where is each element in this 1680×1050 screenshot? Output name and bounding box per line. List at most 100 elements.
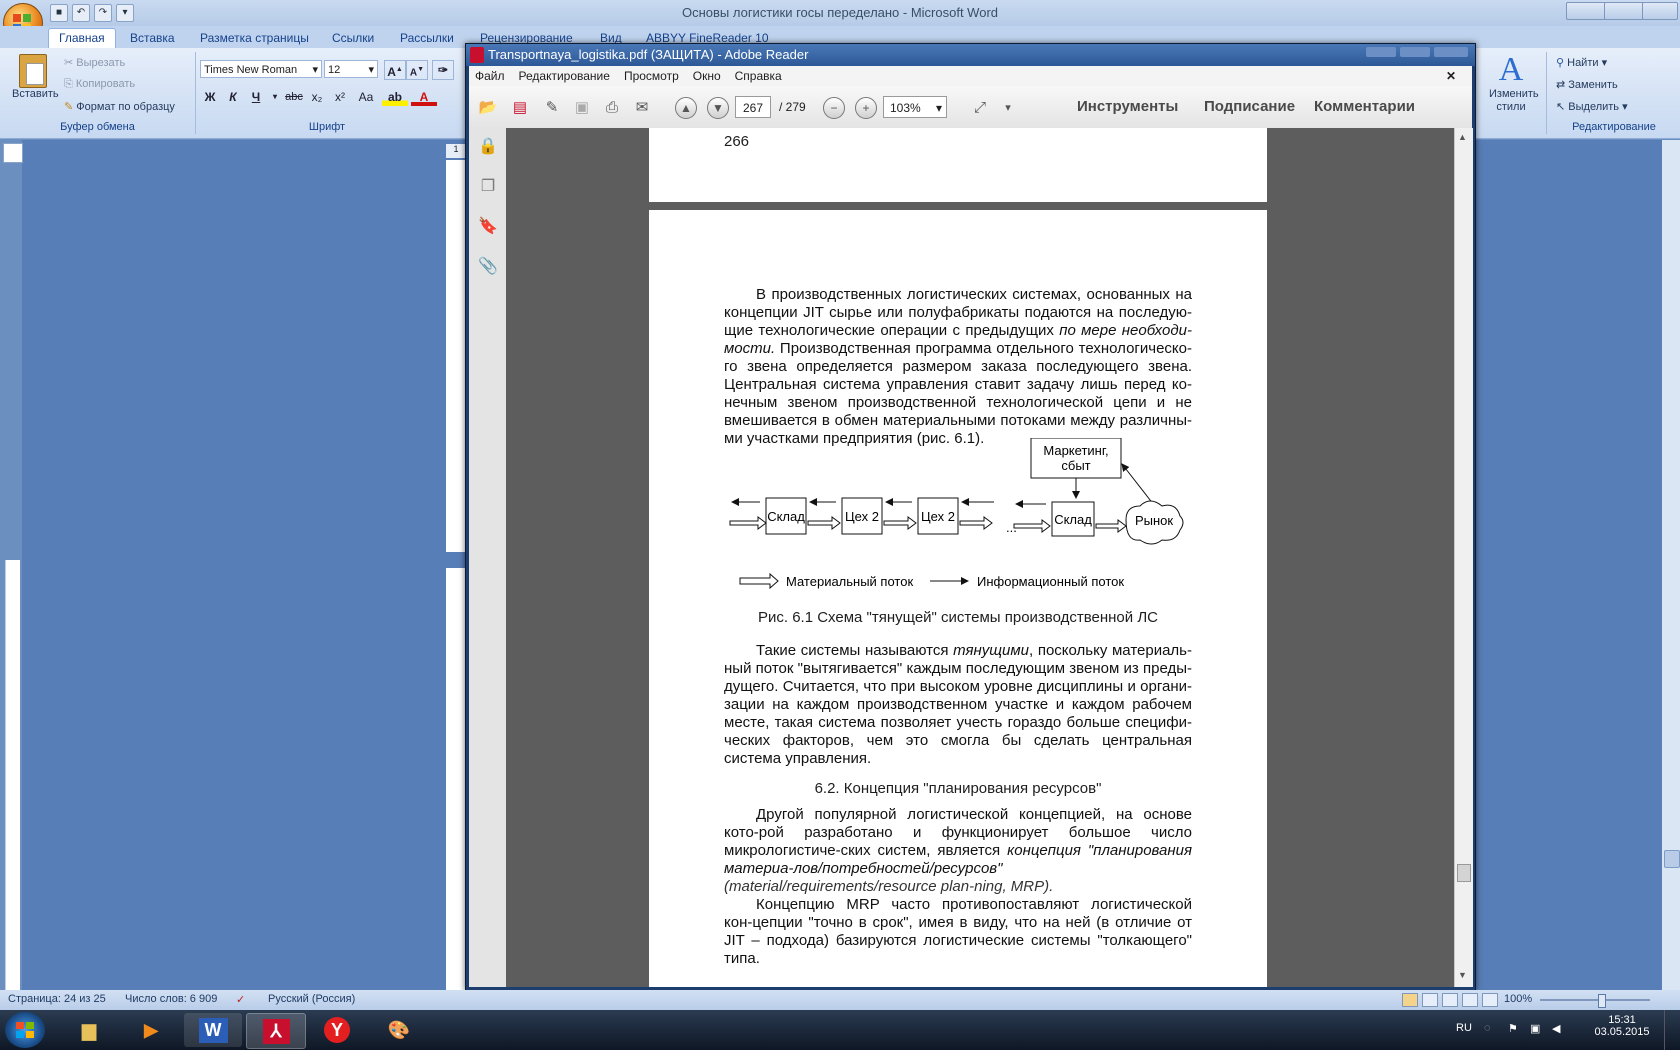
proofing-icon[interactable]: ✓ xyxy=(236,993,245,1006)
save-icon[interactable]: ■ xyxy=(50,4,68,22)
format-painter-button[interactable]: ✎ Формат по образцу xyxy=(64,100,175,113)
tools-link[interactable]: Инструменты xyxy=(1077,98,1178,115)
grow-font-button[interactable]: A▲ xyxy=(384,60,406,80)
reader-vertical-scrollbar[interactable]: ▲ ▼ xyxy=(1454,128,1473,987)
language-indicator[interactable]: RU xyxy=(1456,1022,1472,1034)
customize-qat-icon[interactable]: ▾ xyxy=(116,4,134,22)
minimize-button[interactable] xyxy=(1566,2,1606,20)
menu-file[interactable]: Файл xyxy=(475,66,505,83)
bold-button[interactable]: Ж xyxy=(200,88,220,106)
edit-icon[interactable]: ✎ xyxy=(541,96,563,118)
acrobat-icon[interactable]: ⅄ xyxy=(246,1013,306,1049)
zoom-in-icon[interactable]: + xyxy=(855,97,877,119)
cut-button[interactable]: ✂ Вырезать xyxy=(64,56,125,69)
create-pdf-icon[interactable]: ▤ xyxy=(509,96,531,118)
zoom-level[interactable]: 100% xyxy=(1504,993,1532,1005)
scroll-down-icon[interactable]: ▼ xyxy=(1458,970,1467,980)
next-page-icon[interactable]: ▼ xyxy=(707,97,729,119)
minimize-button[interactable] xyxy=(1366,47,1396,57)
tab-mailings[interactable]: Рассылки xyxy=(390,29,464,48)
font-size-select[interactable]: 12 ▾ xyxy=(324,60,378,78)
previous-page-icon[interactable]: ▲ xyxy=(675,97,697,119)
print-layout-icon[interactable] xyxy=(1402,993,1418,1007)
strikethrough-button[interactable]: abc xyxy=(284,88,304,106)
page-number-input[interactable]: 267 xyxy=(735,96,771,118)
menu-help[interactable]: Справка xyxy=(735,66,782,83)
shrink-font-button[interactable]: A▼ xyxy=(406,60,428,80)
email-icon[interactable]: ✉ xyxy=(631,96,653,118)
bookmark-icon[interactable]: 🔖 xyxy=(477,216,499,238)
ruler-tab-selector[interactable] xyxy=(3,143,23,163)
scroll-up-icon[interactable]: ▲ xyxy=(1458,132,1467,142)
flag-icon[interactable]: ⚑ xyxy=(1508,1022,1518,1035)
network-icon[interactable]: ▣ xyxy=(1530,1022,1540,1035)
highlight-icon[interactable]: ab xyxy=(382,88,408,106)
draft-icon[interactable] xyxy=(1482,993,1498,1007)
pages-icon[interactable]: ❐ xyxy=(477,176,499,198)
outline-icon[interactable] xyxy=(1462,993,1478,1007)
redo-icon[interactable]: ↷ xyxy=(94,4,112,22)
maximize-button[interactable] xyxy=(1604,2,1644,20)
paint-icon[interactable]: 🎨 xyxy=(370,1013,428,1047)
comments-link[interactable]: Комментарии xyxy=(1314,98,1415,115)
replace-button[interactable]: ⇄ Заменить xyxy=(1556,78,1618,91)
chevron-down-icon[interactable]: ▾ xyxy=(997,96,1019,118)
word-count[interactable]: Число слов: 6 909 xyxy=(125,993,217,1005)
subscript-button[interactable]: x₂ xyxy=(307,88,327,106)
word-vertical-scrollbar[interactable] xyxy=(1662,140,1680,992)
tab-references[interactable]: Ссылки xyxy=(322,29,384,48)
yandex-browser-icon[interactable]: Y xyxy=(308,1013,366,1047)
web-layout-icon[interactable] xyxy=(1442,993,1458,1007)
close-document-icon[interactable]: ✕ xyxy=(1446,66,1456,83)
print-icon[interactable]: ⎙ xyxy=(601,96,623,118)
select-button[interactable]: ↖ Выделить ▾ xyxy=(1556,100,1628,113)
change-case-button[interactable]: Aa xyxy=(353,88,379,106)
change-styles-button[interactable]: A Изменить стили xyxy=(1480,52,1542,114)
close-button[interactable] xyxy=(1434,47,1468,57)
tab-page-layout[interactable]: Разметка страницы xyxy=(190,29,319,48)
language[interactable]: Русский (Россия) xyxy=(268,993,355,1005)
undo-icon[interactable]: ↶ xyxy=(72,4,90,22)
clock-time: 15:31 xyxy=(1608,1014,1636,1026)
font-color-icon[interactable]: A xyxy=(411,88,437,106)
chevron-down-icon[interactable]: ▾ xyxy=(269,88,281,106)
maximize-button[interactable] xyxy=(1400,47,1430,57)
copy-button[interactable]: ⎘ Копировать xyxy=(64,78,135,91)
clock[interactable]: 15:31 03.05.2015 xyxy=(1592,1014,1652,1038)
find-button[interactable]: ⚲ Найти ▾ xyxy=(1556,56,1607,69)
show-desktop-button[interactable] xyxy=(1664,1010,1680,1050)
full-screen-icon[interactable] xyxy=(1422,993,1438,1007)
media-player-icon[interactable]: ▶ xyxy=(122,1013,180,1047)
page-count[interactable]: Страница: 24 из 25 xyxy=(8,993,106,1005)
font-name-select[interactable]: Times New Roman ▾ xyxy=(200,60,322,78)
word-icon[interactable]: W xyxy=(184,1013,242,1047)
close-button[interactable] xyxy=(1642,2,1678,20)
save-icon[interactable]: ▣ xyxy=(571,96,593,118)
open-icon[interactable]: 📂 xyxy=(477,96,499,118)
scroll-thumb[interactable] xyxy=(1664,850,1680,868)
paste-button[interactable]: Вставить xyxy=(12,54,59,114)
pdf-viewport[interactable]: 266 В производственных логистических сис… xyxy=(506,128,1454,987)
italic-button[interactable]: К xyxy=(223,88,243,106)
menu-edit[interactable]: Редактирование xyxy=(519,66,610,83)
fit-page-icon[interactable]: ⤢ xyxy=(969,96,991,118)
menu-view[interactable]: Просмотр xyxy=(624,66,679,83)
attachment-icon[interactable]: 📎 xyxy=(477,256,499,278)
underline-button[interactable]: Ч xyxy=(246,88,266,106)
tab-insert[interactable]: Вставка xyxy=(120,29,185,48)
lock-icon[interactable]: 🔒 xyxy=(477,136,499,158)
zoom-select[interactable]: 103% ▾ xyxy=(883,96,947,118)
clear-format-button[interactable]: ✑ xyxy=(432,60,454,80)
superscript-button[interactable]: x² xyxy=(330,88,350,106)
zoom-out-icon[interactable]: − xyxy=(823,97,845,119)
menu-window[interactable]: Окно xyxy=(693,66,721,83)
explorer-icon[interactable]: ▆ xyxy=(60,1013,118,1047)
scroll-thumb[interactable] xyxy=(1457,864,1471,882)
start-button[interactable] xyxy=(5,1012,45,1048)
volume-icon[interactable]: ◀ xyxy=(1552,1022,1560,1035)
sign-link[interactable]: Подписание xyxy=(1204,98,1295,115)
zoom-slider[interactable] xyxy=(1540,999,1650,1001)
tray-icon[interactable]: ◌ xyxy=(1484,1022,1491,1034)
zoom-slider-thumb[interactable] xyxy=(1598,994,1606,1008)
tab-home[interactable]: Главная xyxy=(48,28,116,48)
